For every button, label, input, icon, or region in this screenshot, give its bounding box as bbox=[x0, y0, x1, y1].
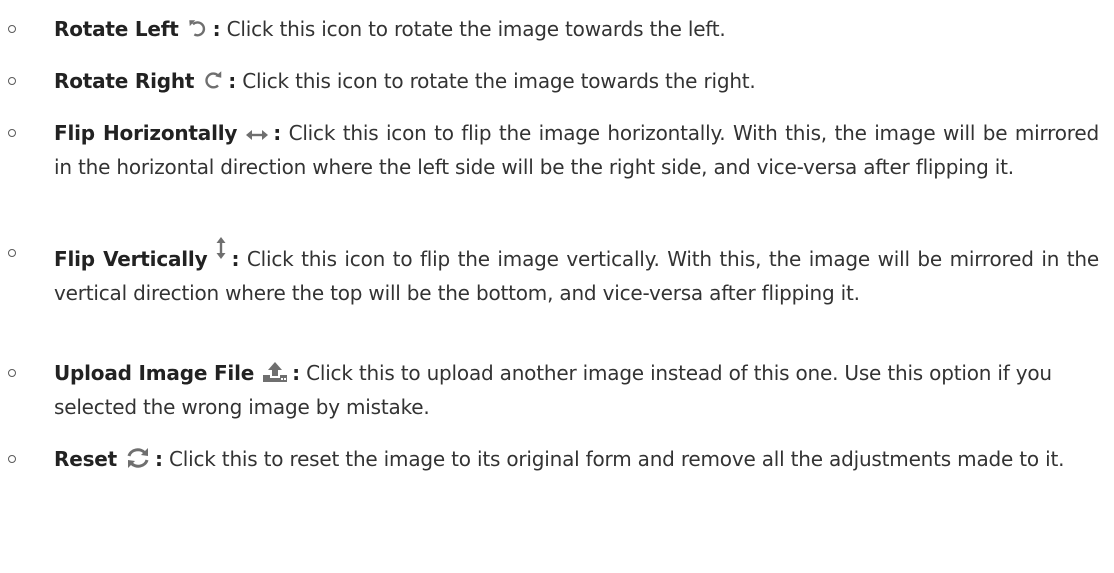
upload-icon bbox=[262, 361, 288, 383]
rotate-left-icon bbox=[187, 17, 209, 39]
document: Rotate Left: Click this icon to rotate t… bbox=[0, 0, 1114, 573]
separator: : bbox=[231, 247, 240, 271]
term: Flip Horizontally bbox=[54, 121, 238, 145]
bullet bbox=[8, 25, 16, 33]
term: Flip Vertically bbox=[54, 247, 208, 271]
bullet bbox=[8, 369, 16, 377]
term: Upload Image File bbox=[54, 361, 255, 385]
separator: : bbox=[273, 121, 282, 145]
flip-vertical-icon bbox=[215, 236, 227, 260]
description: Click this icon to rotate the image towa… bbox=[242, 69, 756, 93]
description: Click this icon to flip the image vertic… bbox=[54, 247, 1099, 305]
item-text: Flip Horizontally: Click this icon to fl… bbox=[54, 116, 1099, 184]
term: Rotate Right bbox=[54, 69, 195, 93]
item-text: Flip Vertically: Click this icon to flip… bbox=[54, 236, 1099, 310]
item-text: Reset: Click this to reset the image to … bbox=[54, 442, 1099, 476]
separator: : bbox=[212, 17, 221, 41]
separator: : bbox=[155, 447, 163, 471]
bullet bbox=[8, 77, 16, 85]
item-text: Rotate Left: Click this icon to rotate t… bbox=[54, 12, 1099, 46]
rotate-right-icon bbox=[202, 69, 224, 91]
separator: : bbox=[228, 69, 237, 93]
bullet bbox=[8, 129, 16, 137]
item-text: Upload Image File: Click this to upload … bbox=[54, 356, 1099, 424]
reset-icon bbox=[125, 447, 151, 469]
term: Reset bbox=[54, 447, 117, 471]
term: Rotate Left bbox=[54, 17, 179, 41]
description: Click this icon to rotate the image towa… bbox=[226, 17, 726, 41]
bullet bbox=[8, 455, 16, 463]
bullet bbox=[8, 249, 16, 257]
description: Click this to reset the image to its ori… bbox=[168, 447, 1065, 471]
flip-horizontal-icon bbox=[245, 127, 269, 143]
item-text: Rotate Right: Click this icon to rotate … bbox=[54, 64, 1099, 98]
separator: : bbox=[292, 361, 300, 385]
